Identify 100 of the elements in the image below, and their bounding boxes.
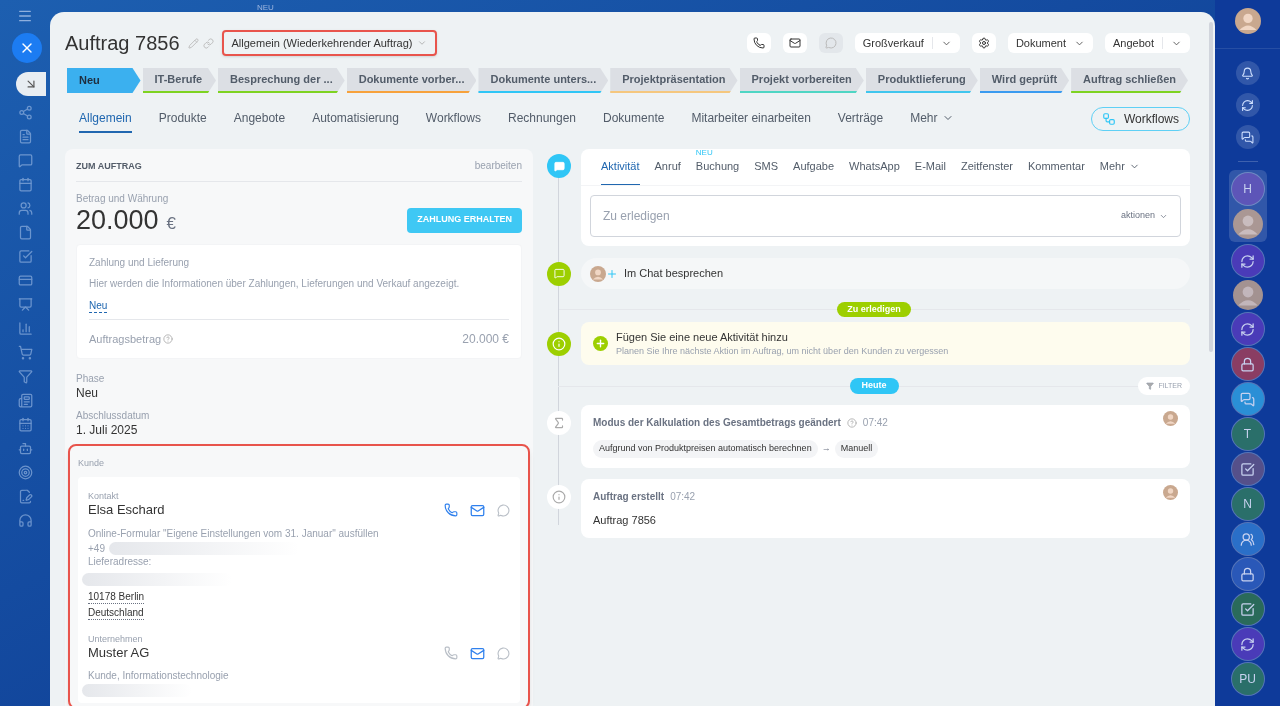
avatar-icon: [1234, 8, 1261, 34]
chat-icon[interactable]: [1231, 383, 1264, 415]
tab[interactable]: Dokumente: [603, 105, 665, 133]
menu-icon[interactable]: [17, 8, 33, 24]
user-avatar[interactable]: H: [1231, 173, 1264, 205]
stage-step[interactable]: IT-Berufe: [142, 68, 216, 93]
minimize-button[interactable]: [16, 72, 46, 96]
tab[interactable]: Verträge: [837, 105, 884, 133]
chat-pill[interactable]: Im Chat besprechen: [581, 258, 1190, 289]
history-title: Modus der Kalkulation des Gesamtbetrags geändert: [593, 416, 841, 430]
tab[interactable]: Automatisierung: [312, 105, 399, 133]
category-dropdown[interactable]: Allgemein (Wiederkehrender Auftrag): [221, 30, 437, 56]
activity-tab[interactable]: SMS: [754, 149, 779, 185]
help-icon[interactable]: [163, 334, 174, 344]
phone-prefix: +49: [88, 542, 105, 555]
user-avatar[interactable]: N: [1231, 488, 1264, 520]
activity-tab[interactable]: Aktivität: [601, 149, 640, 185]
nav-icon[interactable]: [17, 201, 33, 216]
lock-icon[interactable]: [1231, 558, 1264, 590]
team-icon[interactable]: [1231, 523, 1264, 555]
activity-tab[interactable]: Anruf: [654, 149, 681, 185]
activity-tab[interactable]: Aufgabe: [793, 149, 835, 185]
tab[interactable]: Angebote: [233, 105, 286, 133]
split-button[interactable]: Angebot: [1105, 33, 1190, 53]
add-icon[interactable]: [593, 336, 608, 351]
user-avatar[interactable]: [1232, 280, 1263, 310]
activity-tab[interactable]: NEU Buchung: [695, 149, 740, 185]
activity-tab[interactable]: WhatsApp: [849, 149, 900, 185]
nav-icon[interactable]: [17, 177, 33, 192]
nav-icon[interactable]: [17, 297, 33, 312]
lock-icon[interactable]: [1231, 348, 1264, 380]
tab[interactable]: Mehr: [910, 105, 954, 133]
settings-button[interactable]: [971, 33, 996, 53]
tab[interactable]: Workflows: [425, 105, 481, 133]
stage-step[interactable]: Auftrag schließen: [1071, 68, 1188, 93]
nav-icon[interactable]: [17, 369, 33, 384]
link-icon[interactable]: [202, 37, 214, 49]
nav-icon[interactable]: [17, 105, 33, 120]
stage-step[interactable]: Wird geprüft: [979, 68, 1070, 93]
task-icon[interactable]: [1231, 593, 1264, 625]
person-name[interactable]: Elsa Eschard: [88, 502, 165, 518]
person-name[interactable]: Muster AG: [88, 645, 150, 661]
activity-tab[interactable]: E-Mail: [914, 149, 946, 185]
nav-icon[interactable]: [17, 321, 33, 336]
sync-button[interactable]: [1235, 93, 1260, 117]
stage-step[interactable]: Projekt vorbereiten: [739, 68, 864, 93]
chat-button[interactable]: [1235, 125, 1260, 149]
stage-step[interactable]: Produktlieferung: [865, 68, 978, 93]
nav-icon[interactable]: [17, 249, 33, 264]
stage-step[interactable]: Dokumente unters...: [478, 68, 609, 93]
dropdown-button[interactable]: Dokument: [1007, 33, 1093, 53]
todo-field[interactable]: Zu erledigen aktionen: [590, 195, 1181, 237]
phone-icon[interactable]: [444, 503, 458, 517]
activity-tab[interactable]: Mehr: [1099, 149, 1140, 185]
task-icon[interactable]: [1231, 453, 1264, 485]
mail-icon[interactable]: [470, 645, 485, 661]
address-line[interactable]: Deutschland: [88, 606, 144, 620]
nav-icon[interactable]: [17, 129, 33, 144]
sync-icon[interactable]: [1231, 245, 1264, 277]
user-avatar[interactable]: [1232, 209, 1263, 239]
tab[interactable]: Produkte: [158, 105, 207, 133]
stage-step[interactable]: Besprechung der ...: [218, 68, 345, 93]
edit-icon[interactable]: [187, 37, 199, 49]
notification-button[interactable]: [1235, 61, 1260, 85]
address-line[interactable]: 10178 Berlin: [88, 590, 145, 604]
tab[interactable]: Mitarbeiter einarbeiten: [691, 105, 811, 133]
field-value: Neu: [76, 386, 99, 401]
tab[interactable]: Allgemein: [79, 105, 132, 133]
help-icon[interactable]: [846, 417, 857, 428]
activity-tab[interactable]: Kommentar: [1027, 149, 1085, 185]
nav-icon[interactable]: [17, 393, 33, 408]
workflow-icon: [1101, 112, 1116, 126]
todo-label: Zu erledigen: [837, 302, 911, 317]
stage-step[interactable]: Projektpräsentation: [610, 68, 738, 93]
nav-icon[interactable]: [17, 489, 33, 504]
nav-icon[interactable]: [17, 513, 33, 528]
user-avatar[interactable]: T: [1231, 418, 1264, 450]
activity-tab[interactable]: Zeitfenster: [961, 149, 1013, 185]
nav-icon[interactable]: [17, 465, 33, 480]
phone-icon[interactable]: [444, 646, 458, 660]
nav-icon[interactable]: [17, 225, 33, 240]
nav-icon[interactable]: [17, 153, 33, 168]
actions-dropdown[interactable]: aktionen: [1120, 209, 1168, 223]
close-button[interactable]: [12, 33, 42, 63]
new-link[interactable]: Neu: [89, 299, 108, 313]
tab[interactable]: Rechnungen: [507, 105, 577, 133]
stage-step[interactable]: Neu: [67, 68, 141, 93]
user-avatar[interactable]: PU: [1231, 663, 1264, 695]
sync-icon[interactable]: [1231, 628, 1264, 660]
nav-icon[interactable]: [17, 417, 33, 432]
mail-icon[interactable]: [470, 502, 485, 518]
phone-button[interactable]: [746, 33, 771, 53]
nav-icon[interactable]: [17, 345, 33, 360]
nav-icon[interactable]: [17, 441, 33, 456]
sync-icon[interactable]: [1231, 313, 1264, 345]
today-label: Heute: [849, 378, 899, 394]
stage-step[interactable]: Dokumente vorber...: [346, 68, 477, 93]
nav-icon[interactable]: [17, 273, 33, 288]
split-button[interactable]: Großverkauf: [854, 33, 960, 53]
mail-button[interactable]: [782, 33, 807, 53]
